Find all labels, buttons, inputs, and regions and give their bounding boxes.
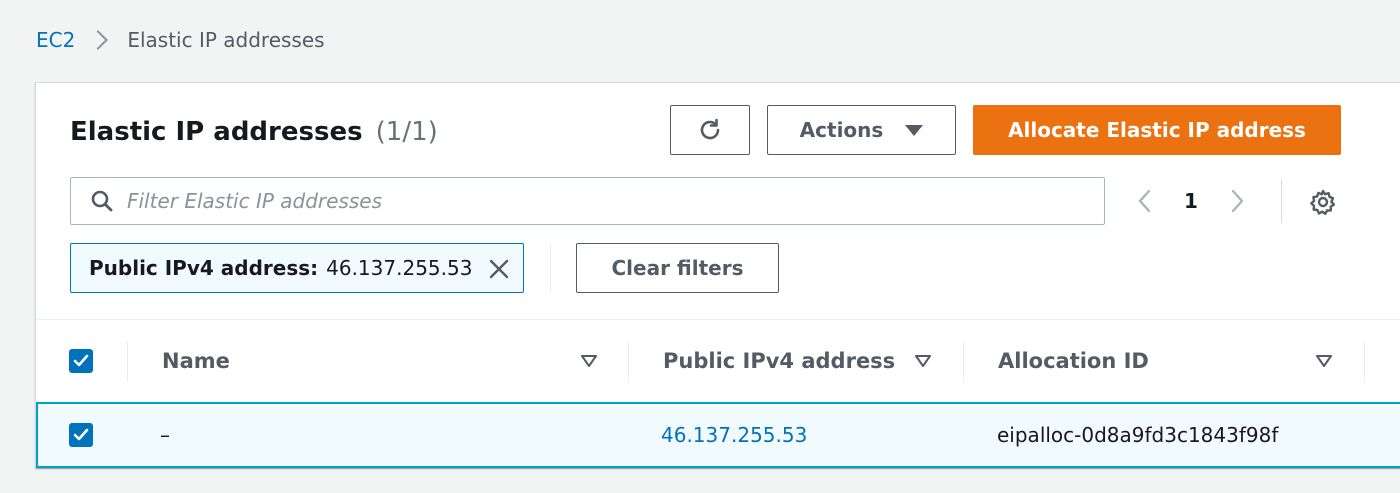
- sort-icon[interactable]: [580, 353, 598, 369]
- page-title-text: Elastic IP addresses: [70, 117, 363, 147]
- close-icon[interactable]: [487, 257, 511, 281]
- cell-allocation-id: eipalloc-0d8a9fd3c1843f98f: [997, 423, 1279, 447]
- page-number[interactable]: 1: [1184, 189, 1198, 213]
- chevron-left-icon[interactable]: [1134, 186, 1156, 216]
- divider: [550, 243, 551, 293]
- cell-name: –: [160, 423, 170, 447]
- column-header-allocation-id[interactable]: Allocation ID: [998, 320, 1149, 402]
- cell-public-ipv4-link[interactable]: 46.137.255.53: [661, 404, 807, 466]
- column-divider: [963, 342, 964, 382]
- sort-icon[interactable]: [914, 353, 932, 369]
- table-header: Name Public IPv4 address Allocation ID: [36, 320, 1400, 402]
- checkmark-icon: [73, 428, 89, 441]
- column-divider: [628, 342, 629, 382]
- filter-token-key: Public IPv4 address:: [89, 256, 319, 280]
- gear-icon[interactable]: [1309, 188, 1337, 216]
- search-icon: [91, 190, 113, 212]
- actions-dropdown-button[interactable]: Actions: [767, 105, 956, 155]
- clear-filters-button[interactable]: Clear filters: [576, 243, 779, 293]
- search-placeholder: Filter Elastic IP addresses: [127, 189, 383, 213]
- checkmark-icon: [73, 354, 89, 367]
- refresh-icon: [700, 118, 720, 140]
- table-row[interactable]: – 46.137.255.53 eipalloc-0d8a9fd3c1843f9…: [36, 402, 1400, 468]
- column-header-public-ipv4[interactable]: Public IPv4 address: [663, 320, 895, 402]
- breadcrumb-current: Elastic IP addresses: [127, 28, 325, 52]
- actions-label: Actions: [799, 118, 884, 142]
- item-count: (1/1): [375, 117, 438, 147]
- column-divider: [1364, 342, 1365, 382]
- chevron-right-icon[interactable]: [1226, 186, 1248, 216]
- search-input[interactable]: Filter Elastic IP addresses: [70, 177, 1105, 225]
- allocate-elastic-ip-button[interactable]: Allocate Elastic IP address: [973, 105, 1341, 155]
- caret-down-icon: [905, 124, 924, 136]
- column-header-name[interactable]: Name: [162, 320, 230, 402]
- row-checkbox[interactable]: [69, 423, 93, 447]
- sort-icon[interactable]: [1315, 353, 1333, 369]
- pagination: 1: [1134, 177, 1248, 225]
- chevron-right-icon: [88, 30, 109, 50]
- elastic-ip-panel: Elastic IP addresses (1/1) Actions Alloc…: [35, 82, 1400, 468]
- divider: [1281, 179, 1282, 223]
- breadcrumb-ec2-link[interactable]: EC2: [36, 28, 75, 52]
- page-title: Elastic IP addresses (1/1): [70, 117, 438, 147]
- refresh-button[interactable]: [670, 105, 750, 155]
- breadcrumb: EC2 Elastic IP addresses: [36, 24, 325, 56]
- select-all-checkbox[interactable]: [69, 349, 93, 373]
- filter-token: Public IPv4 address: 46.137.255.53: [70, 243, 524, 293]
- column-divider: [127, 342, 128, 382]
- filter-token-value: 46.137.255.53: [326, 256, 473, 280]
